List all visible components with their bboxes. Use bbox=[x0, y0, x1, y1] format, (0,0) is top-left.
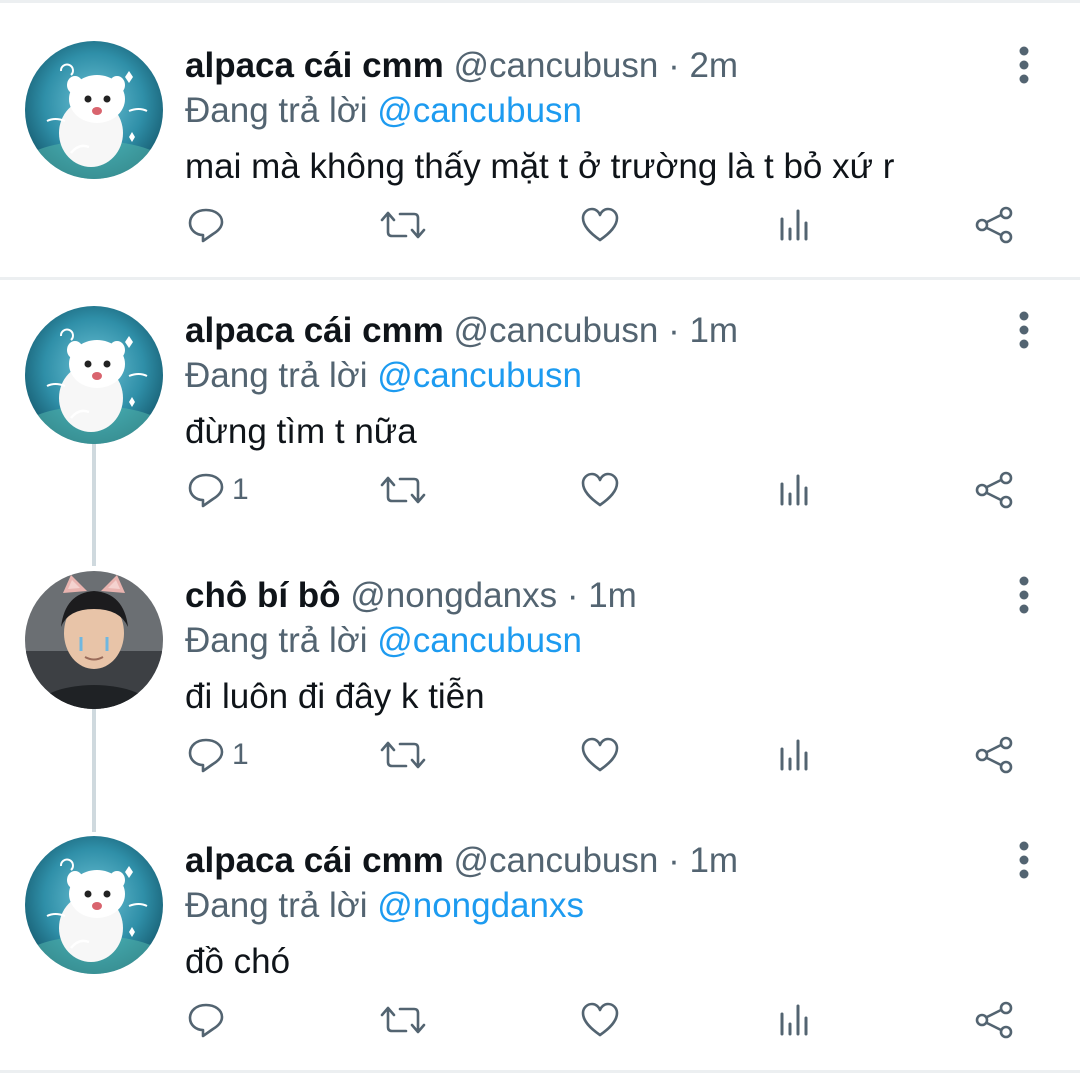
tweet[interactable]: alpaca cái cmm @cancubusn · 2m Đang trả … bbox=[0, 3, 1080, 267]
reply-icon bbox=[186, 470, 226, 510]
author-handle[interactable]: @cancubusn bbox=[454, 841, 659, 880]
reply-icon bbox=[186, 1000, 226, 1040]
retweet-button[interactable] bbox=[379, 460, 427, 520]
like-icon bbox=[579, 470, 621, 510]
bottom-divider bbox=[0, 1070, 1080, 1073]
views-icon bbox=[776, 205, 816, 245]
timestamp[interactable]: 1m bbox=[689, 841, 738, 880]
tweet-header: alpaca cái cmm @cancubusn · 1m bbox=[185, 839, 738, 883]
retweet-icon bbox=[379, 1000, 427, 1040]
separator: · bbox=[566, 576, 579, 615]
tweet-text: mai mà không thấy mặt t ở trường là t bỏ… bbox=[185, 147, 895, 186]
author-name[interactable]: alpaca cái cmm bbox=[185, 311, 444, 350]
tweet[interactable]: alpaca cái cmm @cancubusn · 1m Đang trả … bbox=[0, 268, 1080, 532]
more-icon[interactable] bbox=[1004, 43, 1044, 87]
replying-prefix: Đang trả lời bbox=[185, 886, 368, 925]
separator: · bbox=[668, 311, 680, 350]
separator: · bbox=[668, 46, 680, 85]
share-button[interactable] bbox=[972, 460, 1016, 520]
timestamp[interactable]: 1m bbox=[588, 576, 637, 615]
replying-to: Đang trả lời @cancubusn bbox=[185, 89, 582, 133]
timestamp[interactable]: 2m bbox=[689, 46, 738, 85]
author-handle[interactable]: @cancubusn bbox=[454, 311, 659, 350]
reply-button[interactable] bbox=[186, 195, 232, 255]
mention-link[interactable]: @nongdanxs bbox=[377, 886, 584, 925]
separator: · bbox=[668, 841, 680, 880]
retweet-icon bbox=[379, 735, 427, 775]
views-icon bbox=[776, 1000, 816, 1040]
action-bar: 1 bbox=[0, 460, 1080, 520]
reply-icon bbox=[186, 735, 226, 775]
timestamp[interactable]: 1m bbox=[689, 311, 738, 350]
tweet-header: chô bí bô @nongdanxs · 1m bbox=[185, 574, 637, 618]
author-name[interactable]: alpaca cái cmm bbox=[185, 46, 444, 85]
replying-prefix: Đang trả lời bbox=[185, 356, 368, 395]
share-icon bbox=[972, 1000, 1016, 1040]
avatar[interactable] bbox=[25, 836, 163, 974]
avatar[interactable] bbox=[25, 41, 163, 179]
retweet-icon bbox=[379, 205, 427, 245]
reply-button[interactable] bbox=[186, 990, 232, 1050]
views-button[interactable] bbox=[776, 725, 816, 785]
like-icon bbox=[579, 735, 621, 775]
share-button[interactable] bbox=[972, 990, 1016, 1050]
mention-link[interactable]: @cancubusn bbox=[377, 91, 582, 130]
views-button[interactable] bbox=[776, 195, 816, 255]
share-button[interactable] bbox=[972, 725, 1016, 785]
share-icon bbox=[972, 735, 1016, 775]
avatar[interactable] bbox=[25, 571, 163, 709]
share-icon bbox=[972, 470, 1016, 510]
reply-button[interactable]: 1 bbox=[186, 725, 249, 785]
replying-prefix: Đang trả lời bbox=[185, 621, 368, 660]
more-icon[interactable] bbox=[1004, 573, 1044, 617]
author-name[interactable]: chô bí bô bbox=[185, 576, 341, 615]
reply-count: 1 bbox=[232, 473, 249, 506]
more-icon[interactable] bbox=[1004, 308, 1044, 352]
views-button[interactable] bbox=[776, 460, 816, 520]
like-button[interactable] bbox=[579, 990, 621, 1050]
share-icon bbox=[972, 205, 1016, 245]
mention-link[interactable]: @cancubusn bbox=[377, 356, 582, 395]
tweet-header: alpaca cái cmm @cancubusn · 2m bbox=[185, 44, 738, 88]
action-bar bbox=[0, 990, 1080, 1050]
like-button[interactable] bbox=[579, 195, 621, 255]
like-button[interactable] bbox=[579, 725, 621, 785]
views-icon bbox=[776, 470, 816, 510]
tweet[interactable]: alpaca cái cmm @cancubusn · 1m Đang trả … bbox=[0, 798, 1080, 1062]
like-icon bbox=[579, 1000, 621, 1040]
retweet-button[interactable] bbox=[379, 725, 427, 785]
action-bar: 1 bbox=[0, 725, 1080, 785]
like-icon bbox=[579, 205, 621, 245]
replying-to: Đang trả lời @cancubusn bbox=[185, 354, 582, 398]
author-name[interactable]: alpaca cái cmm bbox=[185, 841, 444, 880]
author-handle[interactable]: @nongdanxs bbox=[350, 576, 557, 615]
retweet-button[interactable] bbox=[379, 195, 427, 255]
like-button[interactable] bbox=[579, 460, 621, 520]
action-bar bbox=[0, 195, 1080, 255]
retweet-button[interactable] bbox=[379, 990, 427, 1050]
tweet[interactable]: chô bí bô @nongdanxs · 1m Đang trả lời @… bbox=[0, 533, 1080, 797]
mention-link[interactable]: @cancubusn bbox=[377, 621, 582, 660]
views-icon bbox=[776, 735, 816, 775]
author-handle[interactable]: @cancubusn bbox=[454, 46, 659, 85]
avatar[interactable] bbox=[25, 306, 163, 444]
reply-button[interactable]: 1 bbox=[186, 460, 249, 520]
tweet-text: đồ chó bbox=[185, 942, 291, 981]
tweet-text: đi luôn đi đây k tiễn bbox=[185, 677, 485, 716]
tweet-text: đừng tìm t nữa bbox=[185, 412, 417, 451]
retweet-icon bbox=[379, 470, 427, 510]
replying-to: Đang trả lời @nongdanxs bbox=[185, 884, 584, 928]
tweet-header: alpaca cái cmm @cancubusn · 1m bbox=[185, 309, 738, 353]
replying-prefix: Đang trả lời bbox=[185, 91, 368, 130]
views-button[interactable] bbox=[776, 990, 816, 1050]
replying-to: Đang trả lời @cancubusn bbox=[185, 619, 582, 663]
reply-icon bbox=[186, 205, 226, 245]
reply-count: 1 bbox=[232, 738, 249, 771]
more-icon[interactable] bbox=[1004, 838, 1044, 882]
share-button[interactable] bbox=[972, 195, 1016, 255]
